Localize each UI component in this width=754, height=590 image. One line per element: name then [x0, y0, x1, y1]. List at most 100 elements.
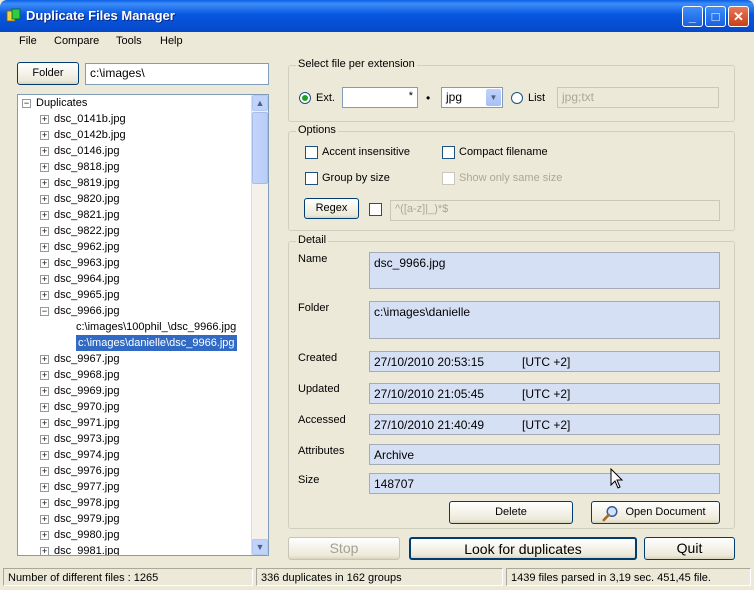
menu-compare[interactable]: Compare	[54, 35, 99, 47]
minimize-button[interactable]: _	[682, 6, 703, 27]
show-same-checkbox[interactable]	[442, 172, 455, 185]
tree-item[interactable]: + dsc_9977.jpg	[18, 479, 252, 495]
delete-button[interactable]: Delete	[449, 501, 573, 524]
list-input[interactable]: jpg;txt	[557, 87, 719, 108]
expand-icon[interactable]: +	[40, 179, 49, 188]
expand-icon[interactable]: +	[40, 451, 49, 460]
expand-icon[interactable]: +	[40, 515, 49, 524]
show-same-label: Show only same size	[459, 172, 563, 184]
tree-root[interactable]: − Duplicates	[18, 95, 252, 111]
group-size-checkbox[interactable]	[305, 172, 318, 185]
tree-item[interactable]: + dsc_0146.jpg	[18, 143, 252, 159]
tree-child-item[interactable]: c:\images\danielle\dsc_9966.jpg	[18, 335, 252, 351]
expand-icon[interactable]: +	[40, 147, 49, 156]
menu-help[interactable]: Help	[160, 35, 183, 47]
tree-item-label: dsc_9822.jpg	[54, 225, 120, 237]
expand-icon[interactable]: +	[40, 195, 49, 204]
expand-icon[interactable]: +	[40, 355, 49, 364]
tree-item[interactable]: + dsc_9821.jpg	[18, 207, 252, 223]
chevron-down-icon[interactable]: ▼	[486, 89, 501, 106]
accent-checkbox[interactable]	[305, 146, 318, 159]
ext-radio[interactable]	[299, 92, 311, 104]
maximize-button[interactable]: □	[705, 6, 726, 27]
tree-item[interactable]: + dsc_9818.jpg	[18, 159, 252, 175]
folder-path-input[interactable]: c:\images\	[85, 63, 269, 85]
expand-icon[interactable]: +	[40, 291, 49, 300]
tree-item[interactable]: + dsc_9822.jpg	[18, 223, 252, 239]
accent-label: Accent insensitive	[322, 146, 411, 158]
tree-item[interactable]: + dsc_0141b.jpg	[18, 111, 252, 127]
created-field: 27/10/2010 20:53:15 [UTC +2]	[369, 351, 720, 372]
tree-item[interactable]: + dsc_9970.jpg	[18, 399, 252, 415]
list-radio[interactable]	[511, 92, 523, 104]
expand-icon[interactable]: +	[40, 243, 49, 252]
expand-icon[interactable]: +	[40, 531, 49, 540]
expand-icon[interactable]: +	[40, 435, 49, 444]
expand-icon[interactable]: +	[40, 419, 49, 428]
expand-icon[interactable]: +	[40, 483, 49, 492]
mouse-cursor-icon	[610, 468, 624, 489]
expand-icon[interactable]: +	[40, 467, 49, 476]
tree-item[interactable]: + dsc_9969.jpg	[18, 383, 252, 399]
tree-item[interactable]: − dsc_9966.jpg	[18, 303, 252, 319]
tree-scrollbar[interactable]: ▲ ▼	[251, 95, 268, 555]
compact-checkbox[interactable]	[442, 146, 455, 159]
tree-item[interactable]: + dsc_9964.jpg	[18, 271, 252, 287]
scroll-down-icon[interactable]: ▼	[252, 539, 268, 555]
tree-item[interactable]: + dsc_9976.jpg	[18, 463, 252, 479]
compact-label: Compact filename	[459, 146, 548, 158]
tree-item-label: c:\images\100phil_\dsc_9966.jpg	[76, 321, 237, 333]
look-for-duplicates-button[interactable]: Look for duplicates	[409, 537, 637, 560]
quit-button[interactable]: Quit	[644, 537, 735, 560]
close-button[interactable]: ✕	[728, 6, 749, 27]
tree-item[interactable]: + dsc_9971.jpg	[18, 415, 252, 431]
tree-item[interactable]: + dsc_9965.jpg	[18, 287, 252, 303]
status-bar: Number of different files : 1265 336 dup…	[0, 566, 754, 590]
tree-item[interactable]: + dsc_9967.jpg	[18, 351, 252, 367]
regex-button[interactable]: Regex	[304, 198, 359, 219]
expand-icon[interactable]: +	[40, 275, 49, 284]
menu-tools[interactable]: Tools	[116, 35, 142, 47]
tree-item[interactable]: + dsc_9820.jpg	[18, 191, 252, 207]
tree-item-label: c:\images\danielle\dsc_9966.jpg	[76, 335, 237, 351]
tree-item[interactable]: + dsc_9963.jpg	[18, 255, 252, 271]
tree-child-item[interactable]: c:\images\100phil_\dsc_9966.jpg	[18, 319, 252, 335]
title-bar[interactable]: Duplicate Files Manager _ □ ✕	[0, 0, 754, 32]
tree-item[interactable]: + dsc_9973.jpg	[18, 431, 252, 447]
expand-icon[interactable]: +	[40, 227, 49, 236]
expand-icon[interactable]: +	[40, 259, 49, 268]
tree-item[interactable]: + dsc_9978.jpg	[18, 495, 252, 511]
tree-item[interactable]: + dsc_9962.jpg	[18, 239, 252, 255]
folder-button[interactable]: Folder	[17, 62, 79, 85]
tree-item[interactable]: + dsc_9980.jpg	[18, 527, 252, 543]
scroll-thumb[interactable]	[252, 112, 268, 184]
regex-input[interactable]: ^([a-z]|_)*$	[390, 200, 720, 221]
expand-icon[interactable]: +	[40, 211, 49, 220]
ext-input[interactable]: *	[342, 87, 418, 108]
extension-combo[interactable]: jpg ▼	[441, 87, 503, 108]
tree-item[interactable]: + dsc_9974.jpg	[18, 447, 252, 463]
collapse-icon[interactable]: −	[40, 307, 49, 316]
regex-checkbox[interactable]	[369, 203, 382, 216]
expand-icon[interactable]: +	[40, 131, 49, 140]
expand-icon[interactable]: +	[40, 547, 49, 555]
expand-icon[interactable]: +	[40, 499, 49, 508]
expand-icon[interactable]: +	[40, 403, 49, 412]
attributes-label: Attributes	[298, 445, 345, 457]
duplicates-tree[interactable]: + dsc_9981.jpg + dsc_9980.jpg + dsc_9979.jpg +…	[17, 94, 269, 556]
open-document-button[interactable]: Open Document	[591, 501, 720, 524]
expand-icon[interactable]: +	[40, 387, 49, 396]
magnifier-icon	[602, 505, 618, 522]
collapse-icon[interactable]: −	[22, 99, 31, 108]
tree-item[interactable]: + dsc_0142b.jpg	[18, 127, 252, 143]
tree-item[interactable]: + dsc_9819.jpg	[18, 175, 252, 191]
tree-item[interactable]: + dsc_9979.jpg	[18, 511, 252, 527]
scroll-up-icon[interactable]: ▲	[252, 95, 268, 111]
tree-item[interactable]: + dsc_9968.jpg	[18, 367, 252, 383]
stop-button[interactable]: Stop	[288, 537, 400, 560]
expand-icon[interactable]: +	[40, 115, 49, 124]
expand-icon[interactable]: +	[40, 371, 49, 380]
menu-file[interactable]: File	[19, 35, 37, 47]
tree-item[interactable]: + dsc_9981.jpg	[18, 543, 252, 555]
expand-icon[interactable]: +	[40, 163, 49, 172]
